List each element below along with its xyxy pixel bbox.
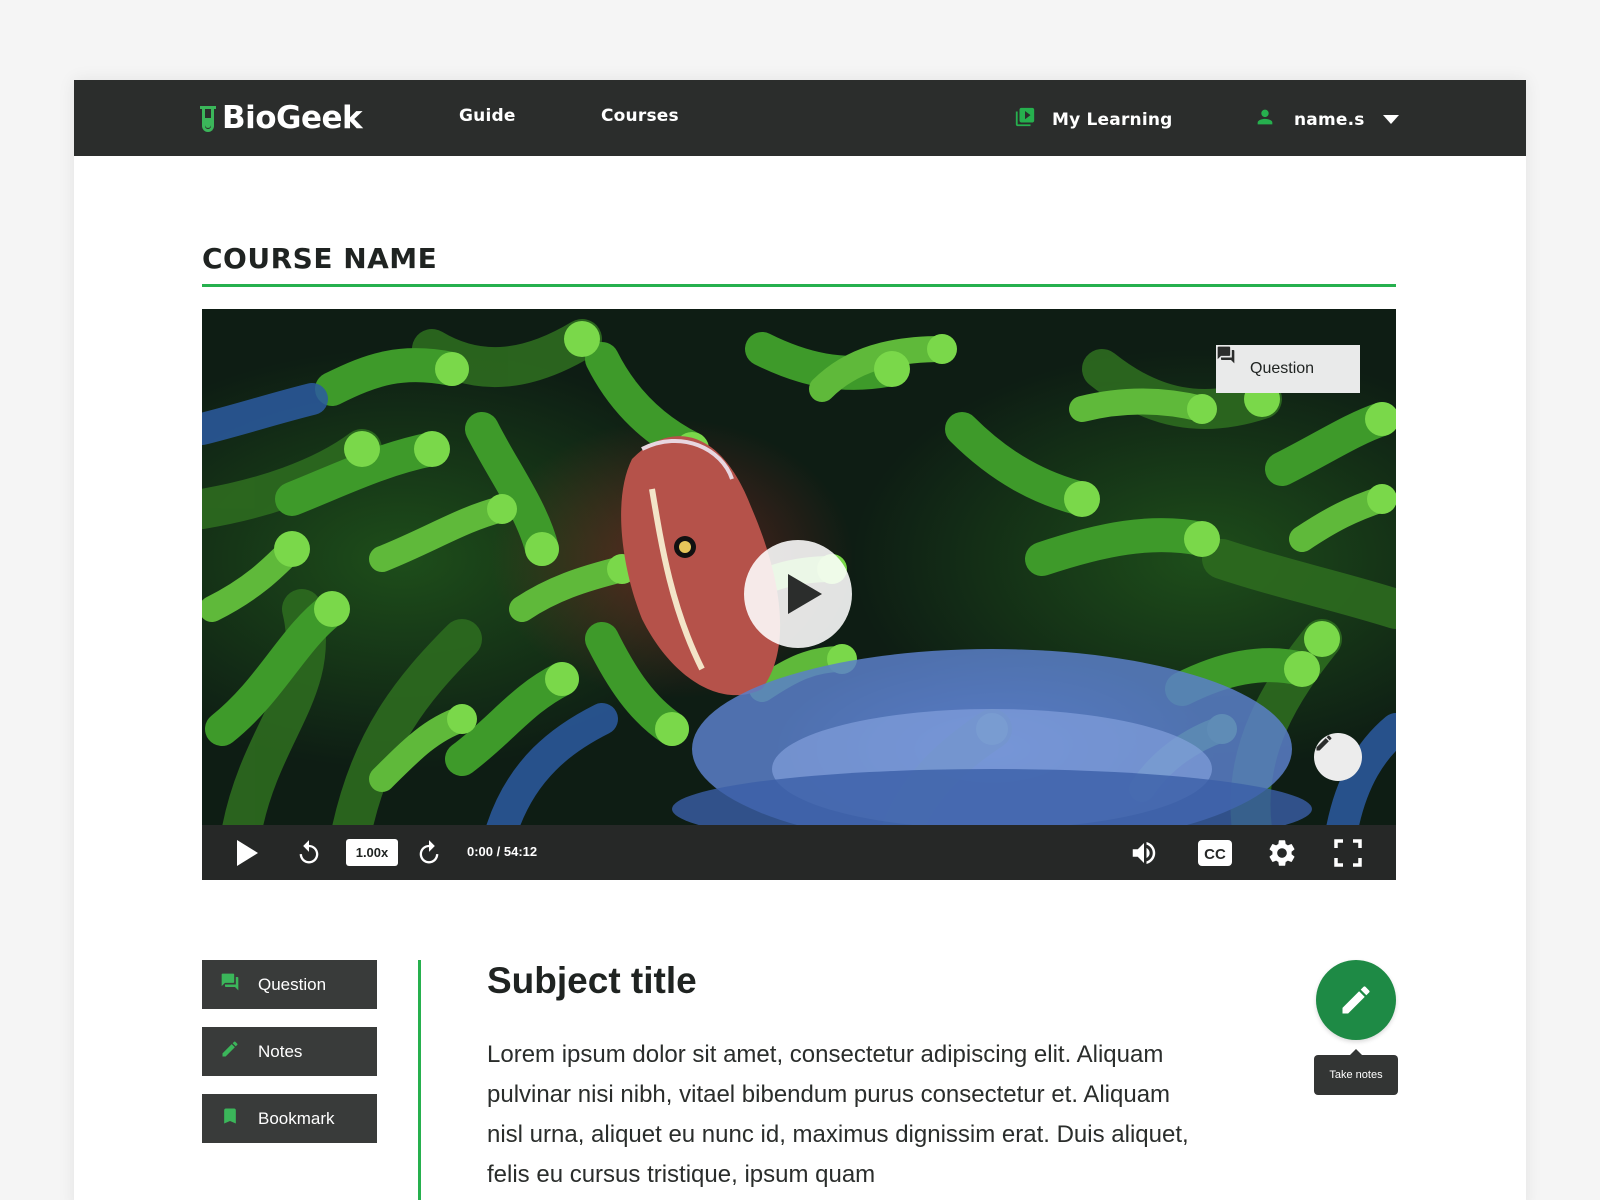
app-frame: BioGeek Guide Courses My Learning name.s… (74, 80, 1526, 1200)
sidebar-question-button[interactable]: Question (202, 960, 377, 1009)
test-tube-icon (200, 104, 216, 132)
sidebar-notes-label: Notes (258, 1041, 303, 1061)
title-divider (202, 284, 1396, 287)
settings-icon (1269, 839, 1295, 866)
content-divider (418, 960, 421, 1200)
subject-title: Subject title (487, 960, 697, 1001)
play-overlay-button[interactable] (744, 540, 852, 648)
volume-button[interactable] (1124, 825, 1164, 880)
cc-icon: CC (1198, 839, 1232, 866)
video-library-icon (1014, 106, 1036, 133)
user-menu[interactable]: name.s (1254, 106, 1399, 133)
pencil-overlay-button[interactable] (1314, 733, 1362, 781)
time-display: 0:00 / 54:12 (467, 844, 538, 859)
captions-button[interactable]: CC (1196, 825, 1234, 880)
volume-icon (1132, 841, 1156, 864)
pencil-icon (220, 1039, 240, 1064)
nav-my-learning-label: My Learning (1052, 109, 1173, 130)
sidebar-notes-button[interactable]: Notes (202, 1027, 377, 1076)
settings-button[interactable] (1264, 825, 1300, 880)
fullscreen-icon (1334, 838, 1362, 867)
pencil-icon (1316, 735, 1332, 751)
user-icon (1254, 106, 1276, 133)
take-notes-button[interactable] (1316, 960, 1396, 1040)
nav-my-learning[interactable]: My Learning (1014, 106, 1173, 133)
chat-icon (220, 972, 240, 997)
svg-text:CC: CC (1204, 846, 1226, 863)
course-title: COURSE NAME (202, 242, 438, 275)
nav-guide[interactable]: Guide (459, 106, 516, 126)
rewind-button[interactable] (294, 825, 324, 880)
subject-body: Lorem ipsum dolor sit amet, consectetur … (487, 1041, 1189, 1188)
take-notes-tooltip: Take notes (1314, 1049, 1398, 1095)
player-controls: 1.00x 0:00 / 54:12 CC (202, 825, 1396, 880)
bookmark-icon (220, 1106, 240, 1131)
username: name.s (1294, 109, 1365, 130)
video-frame[interactable]: Question (202, 309, 1396, 825)
play-button[interactable] (232, 825, 262, 880)
chevron-down-icon (1382, 110, 1399, 130)
sidebar-bookmark-label: Bookmark (258, 1108, 335, 1128)
question-overlay-button[interactable]: Question (1216, 345, 1360, 393)
question-overlay-label: Question (1250, 360, 1315, 377)
fullscreen-button[interactable] (1330, 825, 1366, 880)
playback-speed[interactable]: 1.00x (346, 839, 398, 866)
nav-courses[interactable]: Courses (601, 106, 679, 126)
play-icon (237, 839, 258, 866)
video-player[interactable]: Question 1.00x 0:00 / 54:12 CC (202, 309, 1396, 880)
logo[interactable]: BioGeek (200, 98, 363, 138)
forward-button[interactable] (414, 825, 444, 880)
forward-icon (419, 839, 439, 863)
sidebar-bookmark-button[interactable]: Bookmark (202, 1094, 377, 1143)
rewind-icon (299, 839, 319, 863)
top-nav: BioGeek Guide Courses My Learning name.s (74, 80, 1526, 156)
sidebar-question-label: Question (258, 974, 327, 994)
logo-text: BioGeek (222, 100, 363, 136)
pencil-icon (1342, 986, 1370, 1014)
